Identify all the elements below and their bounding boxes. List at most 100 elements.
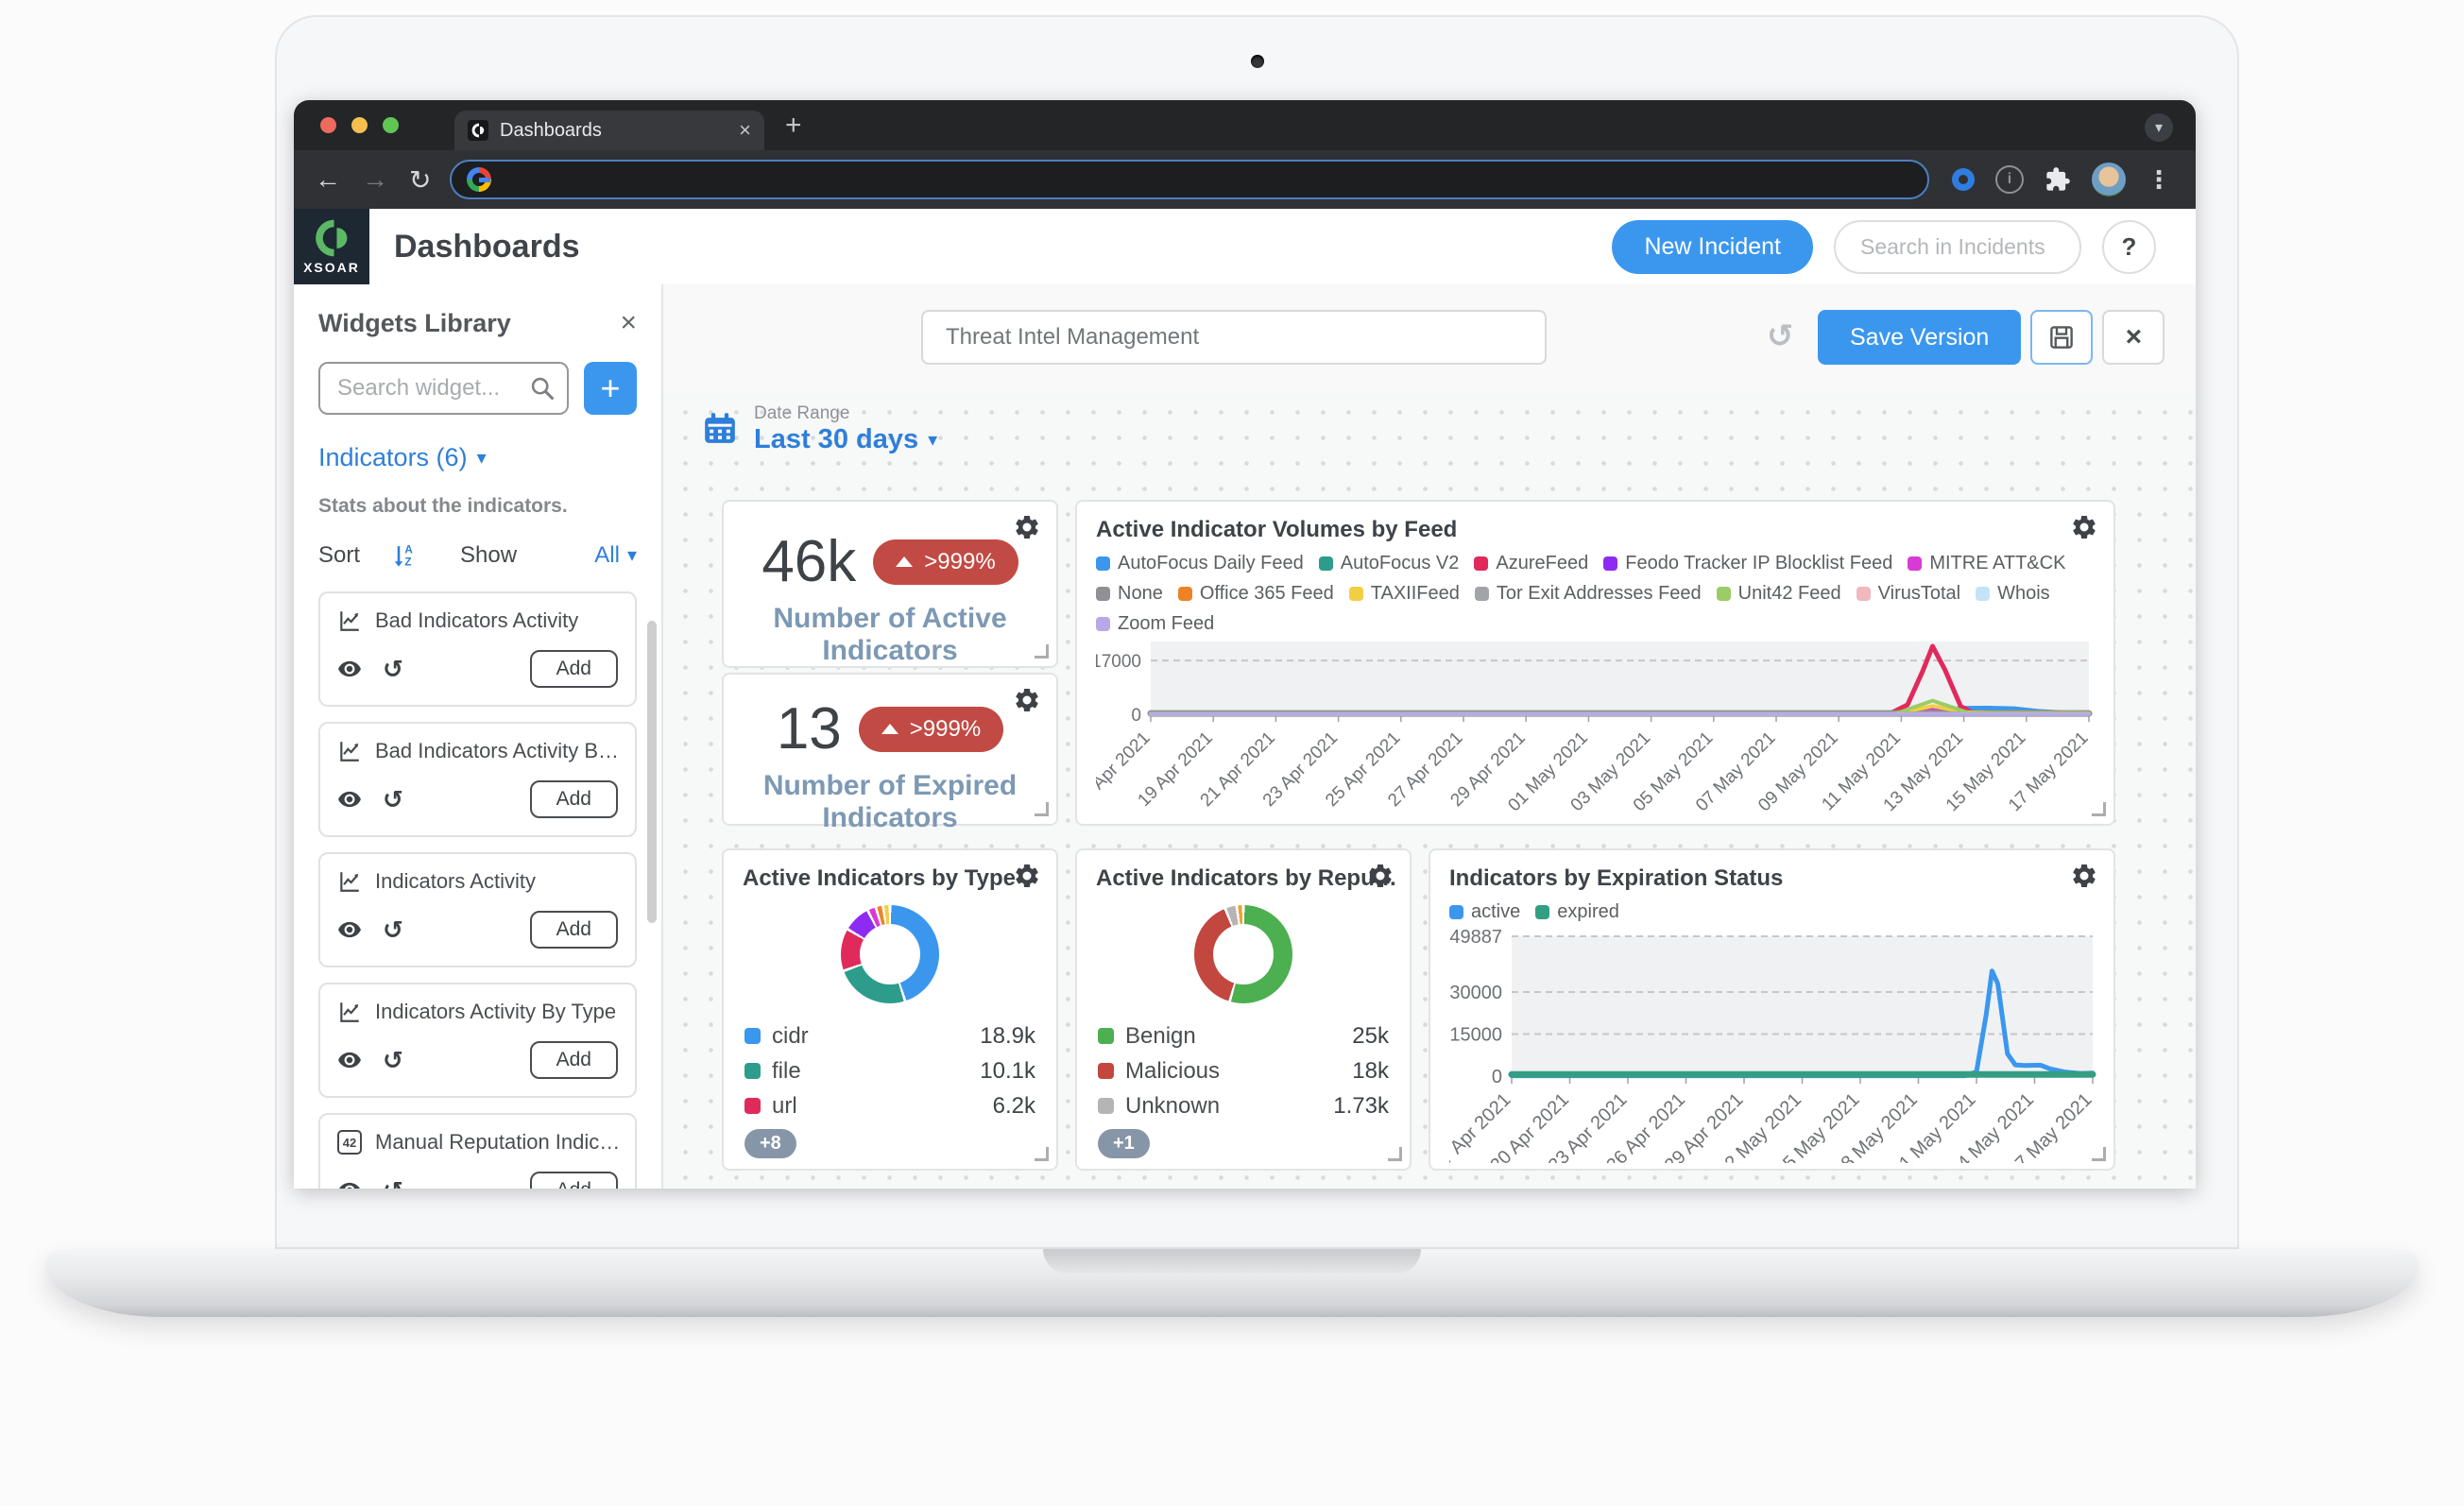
legend-label: cidr — [772, 1023, 809, 1050]
legend-value: 18.9k — [980, 1023, 1035, 1050]
chart-card-expiration-status[interactable]: Indicators by Expiration Status activeex… — [1429, 848, 2115, 1171]
widget-item-label: Indicators Activity — [375, 869, 536, 894]
legend-color-swatch — [1096, 617, 1110, 631]
gear-icon[interactable] — [1013, 862, 1041, 890]
back-icon[interactable]: ← — [315, 164, 341, 195]
extensions-puzzle-icon[interactable] — [2045, 166, 2071, 193]
legend-color-swatch — [1857, 587, 1871, 601]
type-donut-chart — [841, 905, 939, 1003]
donut-legend-row: cidr 18.9k — [744, 1018, 1035, 1053]
maximize-window-button[interactable] — [383, 117, 399, 133]
add-widget-button[interactable]: + — [584, 362, 637, 415]
new-incident-button[interactable]: New Incident — [1612, 220, 1813, 274]
show-label: Show — [460, 542, 517, 569]
close-edit-button[interactable]: × — [2102, 310, 2165, 365]
address-bar[interactable] — [450, 160, 1929, 199]
history-icon[interactable]: ↺ — [383, 787, 403, 812]
google-favicon — [467, 167, 491, 192]
widget-item-label: Indicators Activity By Type — [375, 1000, 616, 1024]
category-dropdown[interactable]: Indicators (6)▾ — [318, 443, 637, 472]
widget-library-item[interactable]: Indicators Activity ↺ Add — [318, 852, 637, 967]
new-tab-button[interactable]: + — [785, 110, 802, 142]
date-range-value[interactable]: Last 30 days▾ — [754, 424, 937, 455]
version-history-icon[interactable]: ↺ — [1767, 320, 1794, 352]
resize-handle[interactable] — [1035, 644, 1049, 659]
forward-icon[interactable]: → — [362, 164, 388, 195]
legend-item: TAXIIFeed — [1349, 583, 1460, 605]
reputation-donut-chart — [1194, 905, 1292, 1003]
svg-text:0: 0 — [1492, 1067, 1502, 1087]
tab-search-chevron-icon[interactable]: ▾ — [2145, 113, 2173, 142]
resize-handle[interactable] — [1035, 802, 1049, 816]
resize-handle[interactable] — [1388, 1147, 1402, 1161]
gear-icon[interactable] — [1013, 686, 1041, 714]
legend-label: Zoom Feed — [1118, 613, 1214, 635]
history-icon[interactable]: ↺ — [383, 917, 403, 942]
widget-library-item[interactable]: Indicators Activity By Type ↺ Add — [318, 983, 637, 1098]
browser-tab[interactable]: Dashboards × — [454, 111, 764, 150]
line-chart-icon — [337, 608, 362, 633]
close-panel-icon[interactable]: × — [620, 307, 637, 339]
legend-label: Benign — [1125, 1023, 1196, 1050]
xsoar-logo[interactable]: XSOAR — [294, 209, 369, 284]
chart-card-indicators-by-type[interactable]: Active Indicators by Type cidr18.9kfile1… — [722, 848, 1058, 1171]
history-icon[interactable]: ↺ — [383, 657, 403, 681]
legend-label: active — [1471, 901, 1520, 923]
add-widget-to-board-button[interactable]: Add — [530, 650, 618, 688]
incident-search-input[interactable] — [1834, 220, 2081, 274]
info-icon[interactable]: i — [1995, 165, 2024, 194]
resize-handle[interactable] — [2092, 1147, 2106, 1161]
extension-icon[interactable] — [1952, 168, 1975, 191]
legend-color-swatch — [744, 1063, 761, 1079]
widget-library-item[interactable]: Bad Indicators Activity↺Add — [318, 591, 637, 707]
history-icon[interactable]: ↺ — [383, 1048, 403, 1072]
eye-preview-icon[interactable] — [337, 787, 362, 812]
history-icon[interactable]: ↺ — [383, 1178, 403, 1189]
legend-color-swatch — [1098, 1098, 1114, 1114]
tab-close-icon[interactable]: × — [739, 118, 751, 143]
dashboard-name-input[interactable] — [921, 310, 1547, 365]
add-widget-to-board-button[interactable]: Add — [530, 1041, 618, 1079]
eye-preview-icon[interactable] — [337, 917, 362, 942]
line-chart-icon — [337, 739, 362, 763]
show-filter-dropdown[interactable]: All▾ — [594, 542, 637, 569]
date-range-picker[interactable]: Date Range Last 30 days▾ — [701, 403, 937, 455]
legend-color-swatch — [744, 1098, 761, 1114]
eye-preview-icon[interactable] — [337, 1048, 362, 1072]
gear-icon[interactable] — [2070, 513, 2098, 541]
save-version-button[interactable]: Save Version — [1818, 310, 2021, 365]
close-window-button[interactable] — [320, 117, 336, 133]
legend-color-swatch — [1349, 587, 1363, 601]
add-widget-to-board-button[interactable]: Add — [530, 1172, 618, 1189]
widget-library-item[interactable]: 42Manual Reputation Indic…↺Add — [318, 1113, 637, 1189]
chart-legend: activeexpired — [1430, 892, 2113, 923]
stat-card-active-indicators[interactable]: 46k >999% Number of Active Indicators — [722, 500, 1058, 668]
more-items-badge[interactable]: +1 — [1098, 1129, 1150, 1158]
more-items-badge[interactable]: +8 — [744, 1129, 796, 1158]
gear-icon[interactable] — [1366, 862, 1395, 890]
add-widget-to-board-button[interactable]: Add — [530, 911, 618, 949]
window-controls[interactable] — [320, 117, 399, 133]
minimize-window-button[interactable] — [351, 117, 368, 133]
floppy-icon — [2047, 323, 2076, 351]
save-button[interactable] — [2030, 310, 2093, 365]
reload-icon[interactable]: ↻ — [409, 164, 431, 196]
eye-preview-icon[interactable] — [337, 657, 362, 681]
browser-menu-icon[interactable]: ⋮ — [2147, 165, 2171, 195]
chart-card-indicators-by-reputation[interactable]: Active Indicators by Repu… Benign25kMali… — [1075, 848, 1412, 1171]
resize-handle[interactable] — [1035, 1147, 1049, 1161]
legend-color-swatch — [1976, 587, 1990, 601]
resize-handle[interactable] — [2092, 802, 2106, 816]
legend-item: Unit42 Feed — [1717, 583, 1841, 605]
stat-card-expired-indicators[interactable]: 13 >999% Number of Expired Indicators — [722, 673, 1058, 826]
help-button[interactable]: ? — [2102, 220, 2156, 274]
chart-card-feed-volumes[interactable]: Active Indicator Volumes by Feed AutoFoc… — [1075, 500, 2115, 826]
eye-preview-icon[interactable] — [337, 1178, 362, 1189]
sort-az-icon[interactable] — [392, 542, 419, 569]
gear-icon[interactable] — [1013, 513, 1041, 541]
profile-avatar[interactable] — [2092, 163, 2126, 197]
gear-icon[interactable] — [2070, 862, 2098, 890]
scrollbar-thumb[interactable] — [647, 621, 657, 923]
add-widget-to-board-button[interactable]: Add — [530, 780, 618, 818]
widget-library-item[interactable]: Bad Indicators Activity B…↺Add — [318, 722, 637, 837]
